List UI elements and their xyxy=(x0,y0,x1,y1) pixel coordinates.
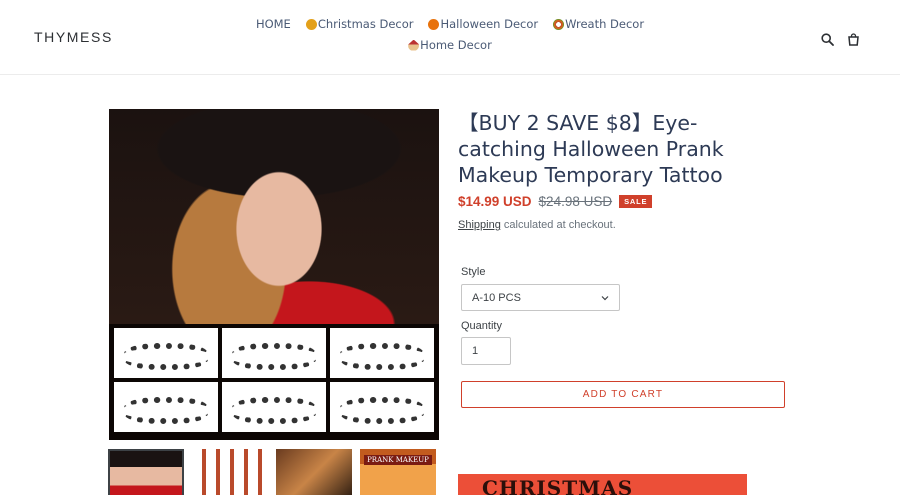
tattoo-sample xyxy=(330,328,434,378)
model-photo xyxy=(109,109,439,324)
product-title: 【BUY 2 SAVE $8】Eye-catching Halloween Pr… xyxy=(458,111,724,187)
thumbnail-2[interactable] xyxy=(192,449,268,495)
header-icons xyxy=(821,31,860,46)
tattoo-sample xyxy=(114,382,218,432)
nav-home-decor[interactable]: Home Decor xyxy=(408,38,492,52)
nav-halloween-label: Halloween Decor xyxy=(440,17,539,31)
regular-price: $24.98 USD xyxy=(538,194,613,209)
main-nav: HOME Christmas Decor Halloween Decor Wre… xyxy=(250,17,650,52)
tattoo-sample xyxy=(330,382,434,432)
nav-home[interactable]: HOME xyxy=(256,17,291,31)
nav-christmas-label: Christmas Decor xyxy=(317,17,414,31)
tattoo-sample xyxy=(222,328,326,378)
store-logo[interactable]: THYMESS xyxy=(34,29,113,45)
wreath-emoji-icon xyxy=(553,18,565,30)
cart-icon[interactable] xyxy=(847,31,860,46)
nav-home-label: HOME xyxy=(255,17,291,31)
prank-makeup-banner: PRANK MAKEUP xyxy=(364,455,432,465)
cup-emoji-icon xyxy=(305,18,317,30)
tattoo-sample xyxy=(222,382,326,432)
nav-halloween-decor[interactable]: Halloween Decor xyxy=(428,17,538,31)
tattoo-sample xyxy=(114,328,218,378)
style-label: Style xyxy=(461,266,486,278)
pumpkin-emoji-icon xyxy=(428,18,440,30)
chevron-down-icon xyxy=(601,292,609,304)
nav-christmas-decor[interactable]: Christmas Decor xyxy=(305,17,414,31)
sale-badge: SALE xyxy=(619,195,653,208)
site-header: THYMESS HOME Christmas Decor Halloween D… xyxy=(0,0,900,75)
christmas-promo-banner[interactable]: CHRISTMAS xyxy=(458,474,747,495)
style-select[interactable]: A-10 PCS xyxy=(461,284,620,311)
price-row: $14.99 USD $24.98 USD SALE xyxy=(458,194,653,209)
nav-home-decor-label: Home Decor xyxy=(420,38,492,52)
house-emoji-icon xyxy=(408,39,420,51)
search-icon[interactable] xyxy=(821,31,834,46)
shipping-text: calculated at checkout. xyxy=(500,219,616,231)
thumbnail-4[interactable]: PRANK MAKEUP xyxy=(360,449,436,495)
shipping-note: Shipping calculated at checkout. xyxy=(458,219,616,231)
add-to-cart-button[interactable]: ADD TO CART xyxy=(461,381,785,408)
sale-price: $14.99 USD xyxy=(458,194,532,209)
product-main-image[interactable] xyxy=(109,109,439,440)
thumbnail-3[interactable] xyxy=(276,449,352,495)
thumbnail-strip: PRANK MAKEUP xyxy=(108,449,436,495)
nav-wreath-label: Wreath Decor xyxy=(565,17,645,31)
promo-text: CHRISTMAS xyxy=(482,476,634,495)
shipping-link[interactable]: Shipping xyxy=(458,219,501,231)
thumbnail-1[interactable] xyxy=(108,449,184,495)
quantity-input[interactable]: 1 xyxy=(461,337,511,365)
style-select-value: A-10 PCS xyxy=(472,291,521,304)
nav-wreath-decor[interactable]: Wreath Decor xyxy=(553,17,644,31)
quantity-label: Quantity xyxy=(461,320,502,332)
tattoo-samples-grid xyxy=(114,324,434,436)
